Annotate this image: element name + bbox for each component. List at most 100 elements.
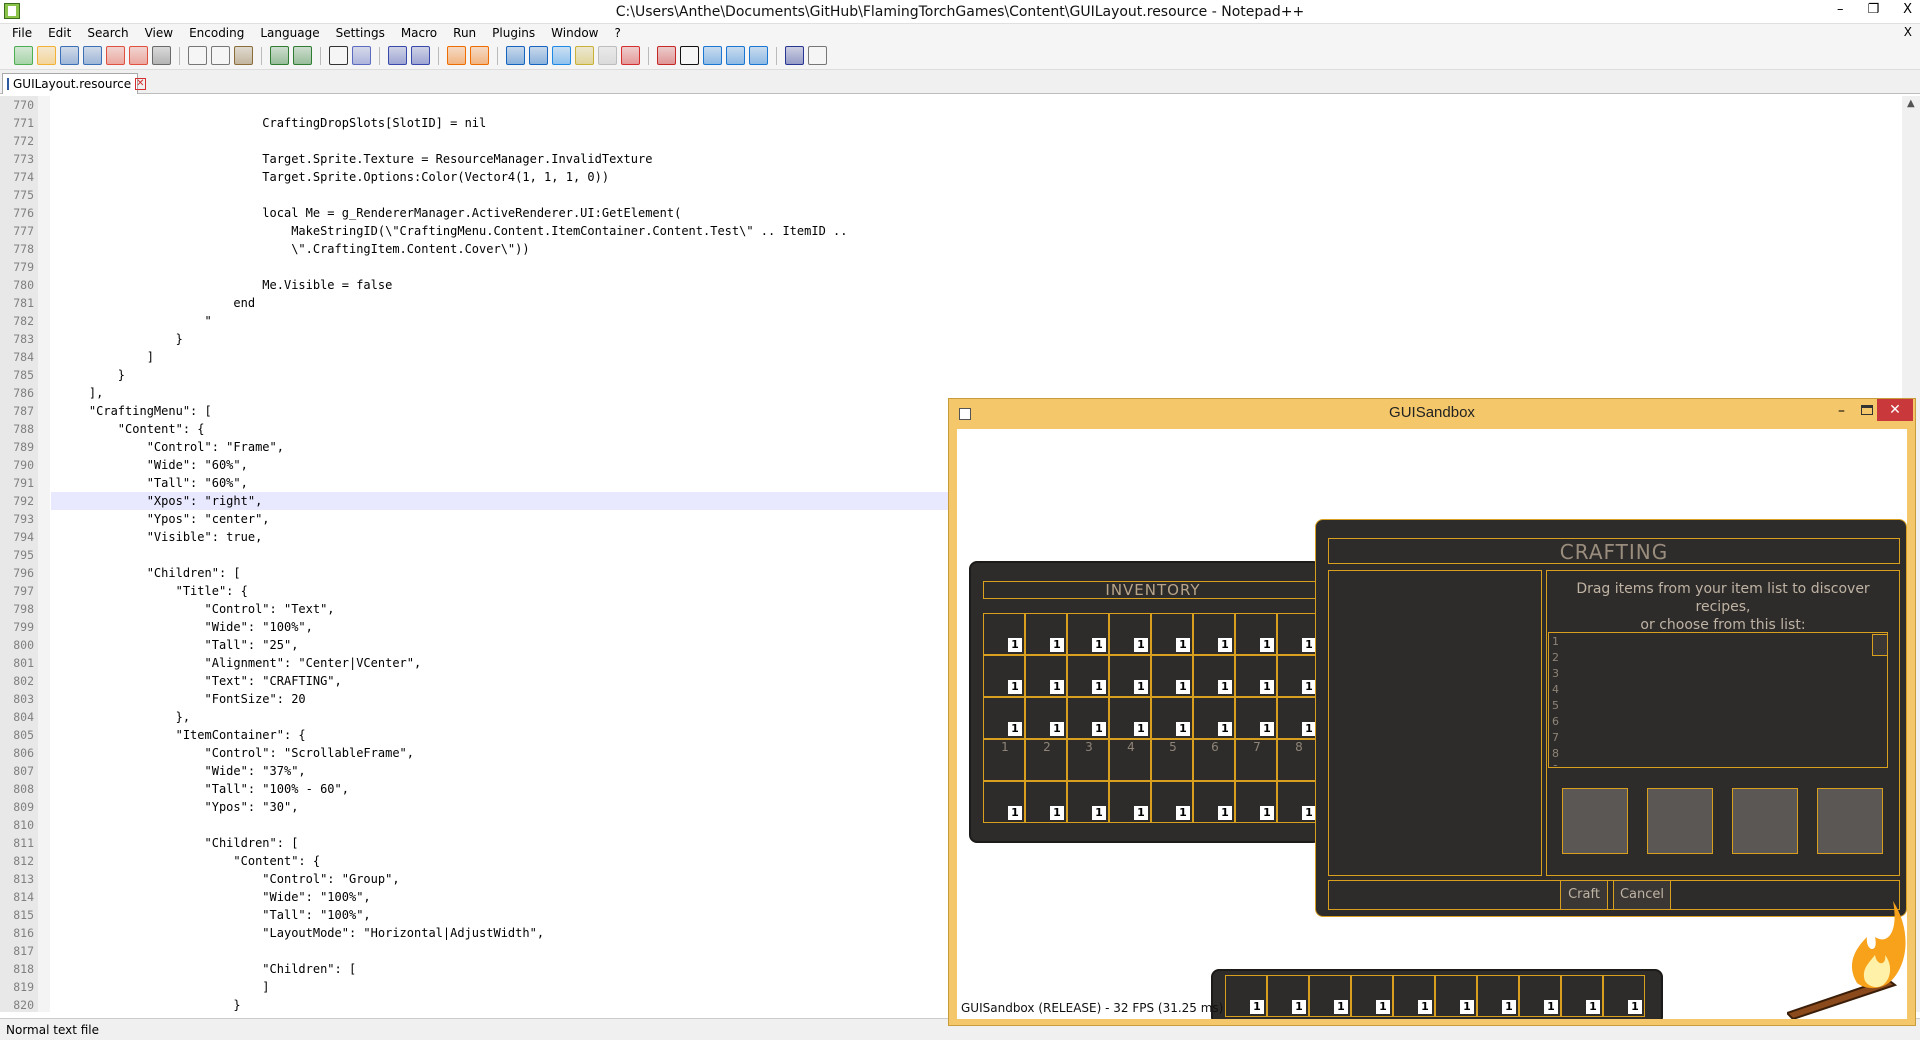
inventory-slot[interactable]: 1 — [1067, 655, 1109, 697]
quickbar-slot[interactable]: 1 — [1561, 975, 1603, 1017]
code-line[interactable]: 772 — [0, 132, 1920, 150]
inventory-slot[interactable]: 1 — [1067, 697, 1109, 739]
recipe-list[interactable]: 123456789 — [1552, 634, 1868, 766]
show-all-chars-icon[interactable] — [529, 46, 548, 65]
menu-view[interactable]: View — [137, 26, 181, 40]
tab-guilayout[interactable]: GUILayout.resource ✕ — [2, 73, 146, 94]
inventory-slot[interactable]: 1 — [1067, 613, 1109, 655]
sandbox-close-button[interactable]: ✕ — [1877, 399, 1913, 421]
quickbar-slot[interactable]: 1 — [1267, 975, 1309, 1017]
menu-run[interactable]: Run — [445, 26, 484, 40]
replace-icon[interactable] — [352, 46, 371, 65]
code-line[interactable]: 773 Target.Sprite.Texture = ResourceMana… — [0, 150, 1920, 168]
code-line[interactable]: 774 Target.Sprite.Options:Color(Vector4(… — [0, 168, 1920, 186]
maximize-button[interactable]: ❐ — [1867, 2, 1879, 17]
quickbar-slot[interactable]: 1 — [1435, 975, 1477, 1017]
inventory-slot[interactable]: 1 — [1193, 655, 1235, 697]
inventory-slot[interactable]: 1 — [1151, 613, 1193, 655]
record-macro-icon[interactable] — [657, 46, 676, 65]
code-line[interactable]: 784 ] — [0, 348, 1920, 366]
menu-window[interactable]: Window — [543, 26, 606, 40]
save-all-icon[interactable] — [83, 46, 102, 65]
hotbar-slot[interactable]: 1 — [983, 739, 1025, 781]
sandbox-minimize-button[interactable]: – — [1838, 403, 1845, 419]
craft-button[interactable]: Craft — [1560, 880, 1608, 910]
menu-edit[interactable]: Edit — [40, 26, 79, 40]
inventory-slot[interactable]: 1 — [1151, 697, 1193, 739]
quickbar-slot[interactable]: 1 — [1477, 975, 1519, 1017]
sync-h-icon[interactable] — [470, 46, 489, 65]
quickbar-slot[interactable]: 1 — [1351, 975, 1393, 1017]
hotbar-slot[interactable]: 5 — [1151, 739, 1193, 781]
inventory-slot[interactable]: 1 — [1025, 697, 1067, 739]
menu-help[interactable]: ? — [606, 26, 628, 40]
inventory-slot[interactable]: 1 — [1151, 781, 1193, 823]
inventory-slot[interactable]: 1 — [983, 655, 1025, 697]
recipe-list-item[interactable]: 9 — [1552, 762, 1868, 766]
recipe-list-item[interactable]: 1 — [1552, 634, 1868, 650]
inventory-slot[interactable]: 1 — [1193, 781, 1235, 823]
indent-guide-icon[interactable] — [552, 46, 571, 65]
inventory-slot[interactable]: 1 — [983, 613, 1025, 655]
spellcheck-icon[interactable] — [785, 46, 804, 65]
craft-drop-slot[interactable] — [1732, 788, 1798, 854]
tab-close-icon[interactable]: ✕ — [135, 78, 146, 90]
recipe-list-item[interactable]: 6 — [1552, 714, 1868, 730]
sync-v-icon[interactable] — [447, 46, 466, 65]
function-list-icon[interactable] — [621, 46, 640, 65]
menu-file[interactable]: File — [4, 26, 40, 40]
inventory-slot[interactable]: 1 — [1277, 655, 1319, 697]
guisandbox-window[interactable]: GUISandbox – ✕ INVENTORY 111111111111111… — [948, 398, 1916, 1026]
new-file-icon[interactable] — [14, 46, 33, 65]
quickbar-slot[interactable]: 1 — [1309, 975, 1351, 1017]
code-line[interactable]: 778 \".CraftingItem.Content.Cover\")) — [0, 240, 1920, 258]
quickbar-slot[interactable]: 1 — [1519, 975, 1561, 1017]
code-line[interactable]: 777 MakeStringID(\"CraftingMenu.Content.… — [0, 222, 1920, 240]
close-document-button[interactable]: X — [1904, 25, 1912, 39]
minimize-button[interactable]: – — [1837, 2, 1844, 17]
code-line[interactable]: 781 end — [0, 294, 1920, 312]
save-macro-icon[interactable] — [749, 46, 768, 65]
menu-settings[interactable]: Settings — [328, 26, 393, 40]
craft-drop-slot[interactable] — [1817, 788, 1883, 854]
craft-drop-slot[interactable] — [1647, 788, 1713, 854]
inventory-slot[interactable]: 1 — [1235, 613, 1277, 655]
inventory-slot[interactable]: 1 — [1235, 655, 1277, 697]
inventory-slot[interactable]: 1 — [1235, 697, 1277, 739]
hotbar-slot[interactable]: 8 — [1277, 739, 1319, 781]
menu-macro[interactable]: Macro — [393, 26, 445, 40]
zoom-out-icon[interactable] — [411, 46, 430, 65]
inventory-slot[interactable]: 1 — [1277, 697, 1319, 739]
hotbar-slot[interactable]: 2 — [1025, 739, 1067, 781]
recipe-list-item[interactable]: 7 — [1552, 730, 1868, 746]
code-line[interactable]: 770 — [0, 96, 1920, 114]
recipe-list-item[interactable]: 2 — [1552, 650, 1868, 666]
inventory-slot[interactable]: 1 — [1109, 613, 1151, 655]
code-line[interactable]: 783 } — [0, 330, 1920, 348]
scroll-up-icon[interactable]: ▲ — [1907, 98, 1915, 109]
code-line[interactable]: 779 — [0, 258, 1920, 276]
menu-language[interactable]: Language — [252, 26, 327, 40]
inventory-slot[interactable]: 1 — [1025, 781, 1067, 823]
close-all-icon[interactable] — [129, 46, 148, 65]
copy-icon[interactable] — [211, 46, 230, 65]
open-file-icon[interactable] — [37, 46, 56, 65]
wrap-icon[interactable] — [506, 46, 525, 65]
doc-map-icon[interactable] — [598, 46, 617, 65]
inventory-slot[interactable]: 1 — [1109, 781, 1151, 823]
print-icon[interactable] — [152, 46, 171, 65]
inventory-slot[interactable]: 1 — [1025, 613, 1067, 655]
menu-encoding[interactable]: Encoding — [181, 26, 252, 40]
launch-icon[interactable] — [808, 46, 827, 65]
hotbar-slot[interactable]: 3 — [1067, 739, 1109, 781]
recipe-list-item[interactable]: 5 — [1552, 698, 1868, 714]
stop-macro-icon[interactable] — [680, 46, 699, 65]
inventory-slot[interactable]: 1 — [1235, 781, 1277, 823]
cut-icon[interactable] — [188, 46, 207, 65]
menu-search[interactable]: Search — [79, 26, 136, 40]
close-button[interactable]: X — [1903, 2, 1912, 17]
menu-plugins[interactable]: Plugins — [484, 26, 543, 40]
save-icon[interactable] — [60, 46, 79, 65]
inventory-slot[interactable]: 1 — [983, 697, 1025, 739]
recipe-list-item[interactable]: 3 — [1552, 666, 1868, 682]
